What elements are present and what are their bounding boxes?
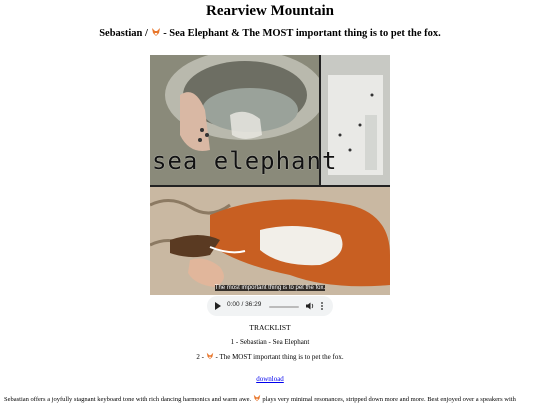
seek-bar[interactable] [269, 305, 299, 308]
more-options-icon[interactable] [320, 301, 324, 311]
track-number: 2 - [196, 353, 206, 361]
release-track-names: - Sea Elephant & The MOST important thin… [160, 28, 441, 39]
audio-player[interactable]: 0:00 / 36:29 [207, 296, 333, 316]
fox-icon [151, 28, 160, 36]
cover-subtitle: The most important thing is to pet the f… [214, 285, 326, 291]
track-item: 2 - - The MOST important thing is to pet… [0, 352, 540, 361]
fox-icon [253, 394, 260, 402]
track-item: 1 - Sebastian - Sea Elephant [0, 338, 540, 346]
tracklist-heading: TRACKLIST [249, 323, 291, 332]
cover-caption: sea elephant [152, 147, 338, 175]
album-cover: sea elephant The most important thing is… [150, 55, 390, 295]
track-text: 1 - Sebastian - Sea Elephant [230, 338, 310, 346]
volume-icon[interactable] [305, 301, 315, 311]
download-link[interactable]: download [256, 375, 284, 383]
description-text: Sebastian offers a joyfully stagnant key… [4, 396, 253, 403]
player-time: 0:00 / 36:29 [227, 301, 262, 308]
play-icon[interactable] [215, 302, 221, 310]
track-text: - The MOST important thing is to pet the… [213, 353, 344, 361]
release-title: Sebastian / - Sea Elephant & The MOST im… [0, 27, 540, 39]
description: Sebastian offers a joyfully stagnant key… [4, 394, 540, 403]
site-title: Rearview Mountain [206, 3, 334, 19]
fox-icon [206, 352, 213, 360]
download-row: download [0, 375, 540, 383]
description-text-2: plays very minimal resonances, stripped … [260, 396, 516, 403]
release-artist: Sebastian / [99, 28, 151, 39]
